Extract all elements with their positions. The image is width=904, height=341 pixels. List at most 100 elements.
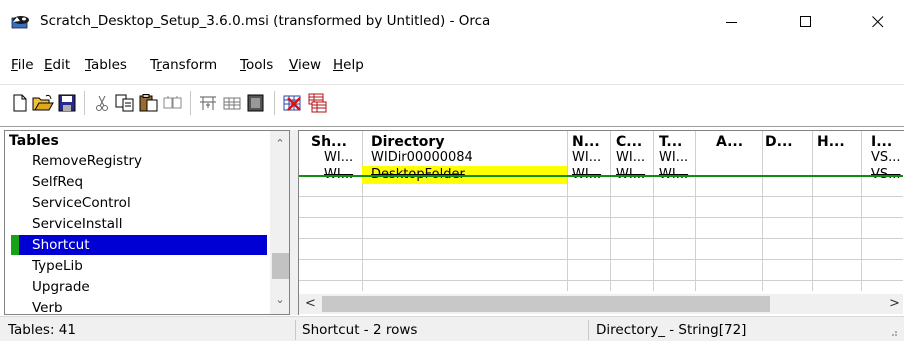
table-cell[interactable]: WI...	[659, 149, 688, 167]
row-divider	[299, 196, 903, 197]
validate-icon	[247, 94, 264, 112]
table-item-removeregistry[interactable]: RemoveRegistry	[11, 151, 267, 171]
resize-grip-icon[interactable]	[888, 327, 898, 337]
status-separator	[295, 320, 296, 340]
tables-pane: Tables RemoveRegistry SelfReq ServiceCon…	[4, 130, 290, 315]
pane-splitter[interactable]	[290, 130, 298, 315]
column-divider	[695, 131, 696, 291]
drop-table-icon	[283, 95, 301, 111]
find-button[interactable]	[162, 92, 184, 114]
menu-file[interactable]: File	[11, 57, 34, 73]
menu-transform[interactable]: Transform	[150, 57, 217, 73]
table-cell[interactable]: WIDir00000084	[371, 149, 473, 167]
status-tables-count: Tables: 41	[8, 322, 76, 338]
column-header-description[interactable]: D...	[765, 134, 793, 150]
column-header-directory[interactable]: Directory	[371, 134, 444, 150]
menu-view[interactable]: View	[289, 57, 321, 73]
tables-header: Tables	[9, 133, 59, 149]
status-bar: Tables: 41 Shortcut - 2 rows Directory_ …	[0, 316, 904, 341]
title-bar: Scratch_Desktop_Setup_3.6.0.msi (transfo…	[0, 0, 904, 44]
grid-horizontal-scrollbar[interactable]: < >	[299, 294, 903, 314]
add-row-button[interactable]	[221, 92, 243, 114]
row-divider	[299, 238, 903, 239]
table-item-servicecontrol[interactable]: ServiceControl	[11, 193, 267, 213]
rows-grid: Sh... Directory N... C... T... A... D...…	[298, 130, 904, 315]
menu-edit[interactable]: Edit	[44, 57, 70, 73]
scroll-left-icon[interactable]: <	[305, 296, 316, 311]
open-icon	[32, 94, 54, 111]
toolbar-separator	[190, 91, 191, 115]
menu-tables[interactable]: Tables	[85, 57, 127, 73]
toolbar-separator	[274, 91, 275, 115]
column-divider	[861, 131, 862, 291]
horizontal-scroll-thumb[interactable]	[322, 296, 770, 312]
column-header-icon[interactable]: I...	[871, 134, 892, 150]
scroll-down-icon[interactable]: ⌄	[274, 293, 286, 306]
deleted-row-strike-line	[299, 175, 903, 177]
save-icon	[58, 94, 76, 112]
column-divider	[762, 131, 763, 291]
column-divider	[610, 131, 611, 291]
status-rows-info: Shortcut - 2 rows	[302, 322, 418, 338]
column-header-target[interactable]: T...	[659, 134, 682, 150]
new-button[interactable]	[9, 92, 31, 114]
table-item-upgrade[interactable]: Upgrade	[11, 277, 267, 297]
tables-vertical-scrollbar[interactable]: ⌃ ⌄	[270, 131, 289, 314]
column-divider	[653, 131, 654, 291]
column-header-arguments[interactable]: A...	[716, 134, 743, 150]
paste-icon	[139, 94, 158, 112]
table-item-typelib[interactable]: TypeLib	[11, 256, 267, 276]
menu-help[interactable]: Help	[333, 57, 364, 73]
table-item-verb[interactable]: Verb	[11, 298, 267, 314]
column-header-shortcut[interactable]: Sh...	[311, 134, 347, 150]
table-item-shortcut[interactable]: Shortcut	[11, 235, 267, 255]
table-cell[interactable]: WI...	[572, 149, 601, 167]
minimize-button[interactable]	[709, 0, 755, 44]
add-row-icon	[223, 97, 241, 110]
column-divider	[567, 131, 568, 291]
column-header-hotkey[interactable]: H...	[817, 134, 845, 150]
toolbar	[0, 84, 904, 120]
copy-button[interactable]	[114, 92, 136, 114]
orca-app-icon[interactable]	[11, 13, 31, 31]
column-divider	[362, 131, 363, 291]
scroll-right-icon[interactable]: >	[889, 296, 900, 311]
cut-icon	[96, 95, 108, 111]
column-divider	[812, 131, 813, 291]
maximize-button[interactable]	[783, 0, 829, 44]
minimize-icon	[726, 22, 737, 23]
copy-icon	[115, 94, 134, 112]
row-divider	[299, 280, 903, 281]
column-header-component[interactable]: C...	[616, 134, 642, 150]
cut-button[interactable]	[91, 92, 113, 114]
main-area: Tables RemoveRegistry SelfReq ServiceCon…	[0, 126, 904, 315]
open-button[interactable]	[32, 92, 54, 114]
table-cell[interactable]: WI...	[324, 149, 353, 167]
status-separator	[588, 320, 589, 340]
find-icon	[163, 96, 182, 109]
menu-tools[interactable]: Tools	[240, 57, 273, 73]
add-table-icon	[200, 96, 216, 110]
add-table-button[interactable]	[197, 92, 219, 114]
window-title: Scratch_Desktop_Setup_3.6.0.msi (transfo…	[40, 13, 491, 29]
new-icon	[13, 94, 27, 112]
table-cell[interactable]: VS...	[871, 149, 901, 167]
validate-button[interactable]	[245, 92, 267, 114]
table-item-serviceinstall[interactable]: ServiceInstall	[11, 214, 267, 234]
row-divider	[299, 259, 903, 260]
menu-bar: File Edit Tables Transform Tools View He…	[0, 55, 904, 77]
paste-button[interactable]	[138, 92, 160, 114]
table-item-selfreg[interactable]: SelfReq	[11, 172, 267, 192]
save-button[interactable]	[56, 92, 78, 114]
drop-table-button[interactable]	[282, 92, 304, 114]
status-column-info: Directory_ - String[72]	[596, 322, 747, 338]
table-cell[interactable]: WI...	[616, 149, 645, 167]
close-button[interactable]	[855, 0, 901, 44]
scroll-up-icon[interactable]: ⌃	[274, 137, 286, 150]
scroll-thumb[interactable]	[272, 253, 289, 279]
maximize-icon	[800, 16, 811, 27]
column-header-name[interactable]: N...	[572, 134, 600, 150]
row-divider	[299, 217, 903, 218]
toolbar-separator	[84, 91, 85, 115]
merge-button[interactable]	[306, 92, 328, 114]
